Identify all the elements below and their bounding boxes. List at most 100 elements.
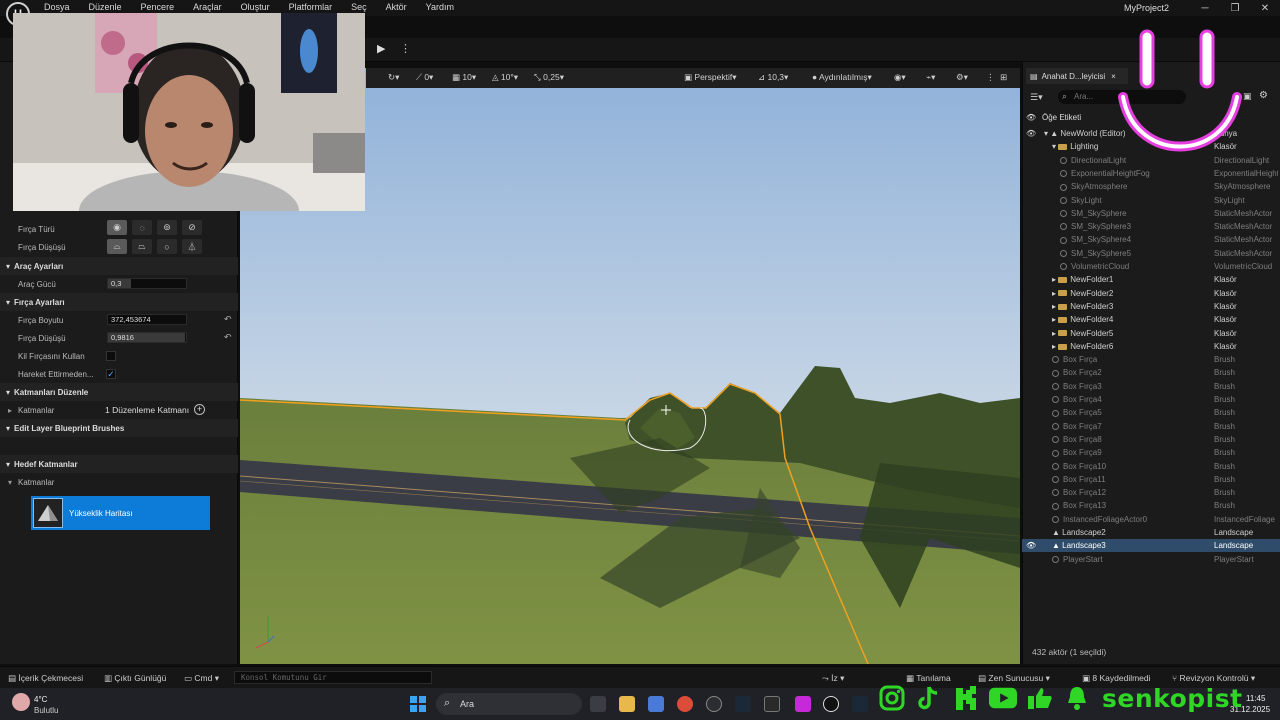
layout-icon[interactable]: ⊞ — [1000, 72, 1007, 83]
outliner-row[interactable]: ▸ NewFolder6 Klasör — [1022, 340, 1280, 353]
menu-item[interactable]: Yardım — [426, 2, 454, 12]
menu-item[interactable]: Seç — [351, 2, 367, 12]
outliner-row[interactable]: ▸ NewFolder2 Klasör — [1022, 287, 1280, 300]
rotation-snap-toggle[interactable]: ⟋ 0▾ — [416, 72, 433, 83]
outliner-row[interactable]: Box Fırça8 Brush — [1022, 433, 1280, 446]
outliner-settings-icon[interactable]: ⚙ — [1259, 90, 1268, 101]
outliner-tab[interactable]: ▤ Anahat D...leyicisi × — [1026, 68, 1128, 84]
weather-icon[interactable] — [12, 693, 30, 711]
menu-item[interactable]: Araçlar — [193, 2, 222, 12]
task-view-icon[interactable] — [590, 696, 606, 712]
outliner-row[interactable]: PlayerStart PlayerStart — [1022, 553, 1280, 566]
angle-snap-toggle[interactable]: ◬ 10°▾ — [492, 72, 518, 83]
outliner-row[interactable]: VolumetricCloud VolumetricCloud — [1022, 260, 1280, 273]
visibility-eye-icon[interactable]: 👁 — [1026, 111, 1036, 124]
outliner-row[interactable]: ▸ NewFolder3 Klasör — [1022, 300, 1280, 313]
outliner-row[interactable]: ▸ NewFolder4 Klasör — [1022, 313, 1280, 326]
outliner-row[interactable]: SkyAtmosphere SkyAtmosphere — [1022, 180, 1280, 193]
menu-item[interactable]: Platformlar — [289, 2, 333, 12]
more-options-icon[interactable]: ⋮ — [986, 72, 995, 83]
minimize-icon[interactable]: ─ — [1190, 0, 1220, 16]
outliner-row[interactable]: Box Fırça7 Brush — [1022, 420, 1280, 433]
chrome-icon[interactable] — [677, 696, 693, 712]
tool-strength-slider[interactable]: 0,3 — [107, 278, 187, 289]
outliner-row[interactable]: InstancedFoliageActor0 InstancedFoliage — [1022, 513, 1280, 526]
view-mode-dropdown[interactable]: ▣ Perspektif▾ — [684, 72, 736, 83]
brush-falloff-slider[interactable]: 0,9816 — [107, 332, 187, 343]
outliner-row[interactable]: Box Fırça5 Brush — [1022, 406, 1280, 419]
tool-settings-header[interactable]: ▾ Araç Ayarları — [0, 257, 238, 275]
menu-item[interactable]: Oluştur — [241, 2, 270, 12]
file-explorer-icon[interactable] — [619, 696, 635, 712]
heightmap-layer-item[interactable]: Yükseklik Haritası — [31, 496, 210, 530]
brush-pattern-icon[interactable]: ⊚ — [157, 220, 177, 235]
add-layer-icon[interactable]: + — [194, 404, 205, 415]
item-label-column[interactable]: Öğe Etiketi — [1042, 111, 1081, 124]
fov-dropdown[interactable]: ⊿ 10,3▾ — [758, 72, 788, 83]
edit-layers-header[interactable]: ▾ Katmanları Düzenle — [0, 383, 238, 401]
console-command-input[interactable]: Konsol Komutunu Gir — [234, 671, 432, 684]
outliner-row[interactable]: Box Fırça13 Brush — [1022, 499, 1280, 512]
filter-icon[interactable]: ☰▾ — [1030, 92, 1043, 103]
menu-item[interactable]: Aktör — [386, 2, 407, 12]
outliner-row[interactable]: Box Fırça Brush — [1022, 353, 1280, 366]
play-button[interactable]: ▶ — [377, 42, 397, 58]
settings-gear-icon[interactable]: ⚙▾ — [956, 72, 968, 83]
outliner-row[interactable]: Box Fırça3 Brush — [1022, 380, 1280, 393]
store-icon[interactable] — [648, 696, 664, 712]
falloff-spherical-icon[interactable]: ○ — [157, 239, 177, 254]
brush-settings-header[interactable]: ▾ Fırça Ayarları — [0, 293, 238, 311]
output-log-button[interactable]: ▥ Çıktı Günlüğü — [104, 673, 166, 684]
target-layers-header[interactable]: ▾ Hedef Katmanlar — [0, 455, 238, 473]
outliner-row[interactable]: Box Fırça2 Brush — [1022, 366, 1280, 379]
outliner-row[interactable]: 👁 ▲ Landscape3 Landscape — [1022, 539, 1280, 553]
steam-icon[interactable] — [735, 696, 751, 712]
falloff-linear-icon[interactable]: ⏢ — [132, 239, 152, 254]
brush-circle-icon[interactable]: ◉ — [107, 220, 127, 235]
menu-item[interactable]: Düzenle — [89, 2, 122, 12]
media-app-icon[interactable] — [795, 696, 811, 712]
brush-size-input[interactable]: 372,453674 — [107, 314, 187, 325]
close-icon[interactable]: ✕ — [1250, 0, 1280, 16]
target-layers-row[interactable]: ▾ Katmanlar — [0, 473, 238, 491]
maximize-icon[interactable]: ❐ — [1220, 0, 1250, 16]
reset-brush-falloff-icon[interactable]: ↶ — [224, 332, 232, 343]
menu-item[interactable]: Pencere — [141, 2, 175, 12]
outliner-row[interactable]: SM_SkySphere3 StaticMeshActor — [1022, 220, 1280, 233]
cmd-dropdown[interactable]: ▭ Cmd ▾ — [184, 673, 219, 684]
show-flags-icon[interactable]: ◉▾ — [894, 72, 906, 83]
outliner-row[interactable]: Box Fırça4 Brush — [1022, 393, 1280, 406]
windows-start-icon[interactable] — [410, 696, 426, 712]
content-drawer-button[interactable]: ▤ İçerik Çekmecesi — [8, 673, 83, 684]
outliner-row[interactable]: SM_SkySphere StaticMeshActor — [1022, 207, 1280, 220]
outliner-row[interactable]: Box Fırça10 Brush — [1022, 460, 1280, 473]
rotate-snap-icon[interactable]: ↻▾ — [388, 72, 399, 83]
obs-icon[interactable] — [706, 696, 722, 712]
outliner-row[interactable]: ▸ NewFolder1 Klasör — [1022, 273, 1280, 286]
steam-taskbar-icon[interactable] — [852, 696, 868, 712]
realtime-icon[interactable]: ⌁▾ — [926, 72, 935, 83]
expand-chevron-icon[interactable]: ▸ — [8, 406, 12, 415]
brush-component-icon[interactable]: ⊘ — [182, 220, 202, 235]
visibility-eye-icon[interactable]: 👁 — [1026, 539, 1036, 552]
taskbar-search[interactable]: Ara — [436, 693, 582, 715]
outliner-row[interactable]: Box Fırça12 Brush — [1022, 486, 1280, 499]
grid-snap-toggle[interactable]: ▦ 10▾ — [452, 72, 476, 83]
outliner-row[interactable]: ▲ Landscape2 Landscape — [1022, 526, 1280, 539]
collapse-chevron-icon[interactable]: ▾ — [8, 478, 12, 487]
outliner-row[interactable]: Box Fırça9 Brush — [1022, 446, 1280, 459]
outliner-row[interactable]: SM_SkySphere4 StaticMeshActor — [1022, 233, 1280, 246]
trace-dropdown[interactable]: ⤳ İz ▾ — [822, 673, 844, 684]
no-move-checkbox[interactable]: ✓ — [106, 369, 116, 379]
falloff-tip-icon[interactable]: ⏃ — [182, 239, 202, 254]
scale-snap-toggle[interactable]: ⤡ 0,25▾ — [534, 72, 564, 83]
clay-brush-checkbox[interactable] — [106, 351, 116, 361]
blueprint-brushes-header[interactable]: ▾ Edit Layer Blueprint Brushes — [0, 419, 238, 437]
epic-games-icon[interactable] — [764, 696, 780, 712]
brush-alpha-icon[interactable]: ◌ — [132, 220, 152, 235]
visibility-eye-icon[interactable]: 👁 — [1026, 127, 1036, 140]
reset-brush-size-icon[interactable]: ↶ — [224, 314, 232, 325]
outliner-row[interactable]: ExponentialHeightFog ExponentialHeightFog — [1022, 167, 1280, 180]
falloff-smooth-icon[interactable]: ⌓ — [107, 239, 127, 254]
outliner-row[interactable]: SM_SkySphere5 StaticMeshActor — [1022, 247, 1280, 260]
